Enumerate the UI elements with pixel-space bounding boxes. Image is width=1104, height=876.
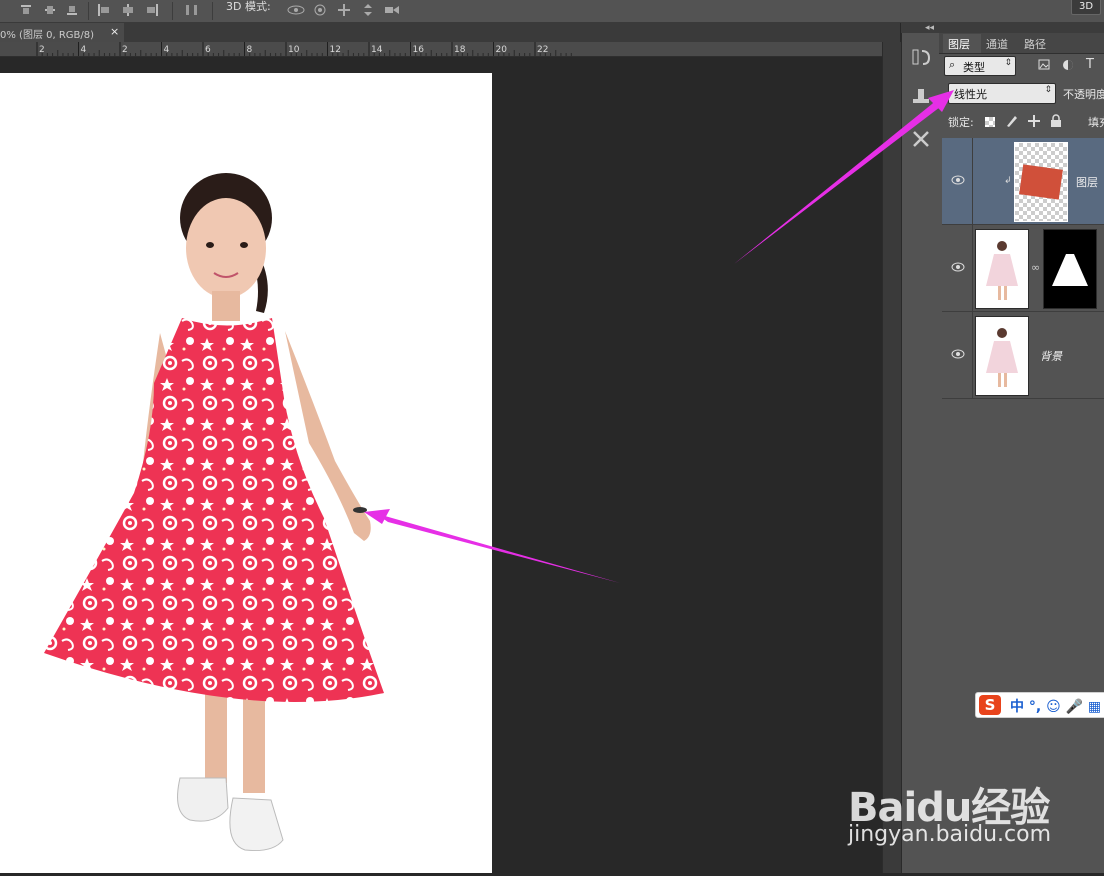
fill-label: 填充 [1088,116,1104,129]
ruler-label: 20 [496,45,508,55]
layer-thumbnail[interactable] [1014,142,1068,222]
document-tab[interactable]: 0% (图层 0, RGB/8) × [0,23,125,42]
align-hcenter-icon[interactable] [120,3,136,17]
drag-3d-icon[interactable] [336,3,352,17]
document-tab-title: 0% (图层 0, RGB/8) [0,30,95,41]
clone-source-icon[interactable] [910,85,932,107]
baidu-watermark-url: jingyan.baidu.com [848,822,1052,847]
layer-row[interactable]: ↲ 图层 [942,138,1104,225]
lock-label: 锁定: [948,116,974,129]
lock-brush-icon[interactable] [1005,114,1019,131]
layer-mask-thumbnail[interactable] [1043,229,1097,309]
tab-strip [124,23,900,42]
layer-thumbnail[interactable] [975,316,1029,396]
tab-channels[interactable]: 通道 [986,36,1008,52]
lock-transparent-icon[interactable] [985,117,995,127]
rotate-3d-icon[interactable] [286,3,306,17]
options-bar: 3D 模式: 3D [0,0,1104,23]
align-top-icon[interactable] [18,3,34,17]
3d-mode-label: 3D 模式: [226,0,271,13]
filter-type-icon[interactable]: T [1086,57,1094,72]
slide-3d-icon[interactable] [360,3,376,17]
vertical-scrollbar[interactable] [882,42,901,873]
ime-status[interactable]: 中 °, ☺ 🎤 ▦ [1010,696,1101,716]
filter-image-icon[interactable] [1038,59,1050,73]
layer-row[interactable]: ∞ [942,225,1104,312]
3d-button[interactable]: 3D [1071,0,1101,15]
ruler-label: 12 [330,45,341,55]
blend-mode-value: 线性光 [954,88,987,101]
ruler-label: 10 [288,45,300,55]
search-icon: ⌕ [949,58,956,71]
filter-value: 类型 [963,61,985,74]
close-icon[interactable]: × [110,25,119,38]
opacity-label: 不透明度 [1063,88,1104,101]
history-icon[interactable] [910,46,932,68]
lock-position-icon[interactable] [1027,114,1041,131]
roll-3d-icon[interactable] [312,3,328,17]
panel-icon-strip [901,33,940,873]
filter-adjustment-icon[interactable] [1062,59,1074,74]
distribute-icon[interactable] [184,3,200,17]
layer-name[interactable]: 背景 [1040,348,1062,364]
tools-icon[interactable] [910,128,932,150]
collapse-panels-icon[interactable]: ◂◂ [925,23,934,33]
layer-name[interactable]: 图层 [1076,174,1098,190]
eye-icon[interactable] [950,261,966,273]
align-right-icon[interactable] [144,3,160,17]
tab-layers[interactable]: 图层 [948,36,970,52]
horizontal-ruler: 2 4 2 4 6 8 10 12 14 16 18 20 22 [0,42,882,57]
layer-filter-dropdown[interactable]: ⌕ 类型 ⇕ [944,56,1016,76]
eye-icon[interactable] [950,174,966,186]
align-bottom-icon[interactable] [64,3,80,17]
ime-toolbar[interactable]: S 中 °, ☺ 🎤 ▦ [975,692,1104,718]
ruler-label: 16 [413,45,425,55]
eye-icon[interactable] [950,348,966,360]
updown-icon: ⇕ [1044,85,1052,95]
lock-all-icon[interactable] [1050,114,1062,131]
layer-thumbnail[interactable] [975,229,1029,309]
updown-icon: ⇕ [1004,58,1012,68]
ruler-label: 18 [454,45,466,55]
align-left-icon[interactable] [96,3,112,17]
document-canvas[interactable] [0,73,492,873]
ruler-label: 22 [537,45,548,55]
tab-paths[interactable]: 路径 [1024,36,1046,52]
blend-mode-dropdown[interactable]: 线性光 ⇕ [948,83,1056,104]
link-icon[interactable]: ∞ [1031,261,1040,274]
layer-row[interactable]: 背景 [942,312,1104,399]
sogou-logo-icon[interactable]: S [979,695,1001,715]
ruler-label: 14 [371,45,383,55]
scale-3d-icon[interactable] [383,3,399,17]
clipping-arrow-icon: ↲ [1004,176,1012,186]
align-vcenter-icon[interactable] [42,3,58,17]
girl-in-dress-image [44,173,384,851]
